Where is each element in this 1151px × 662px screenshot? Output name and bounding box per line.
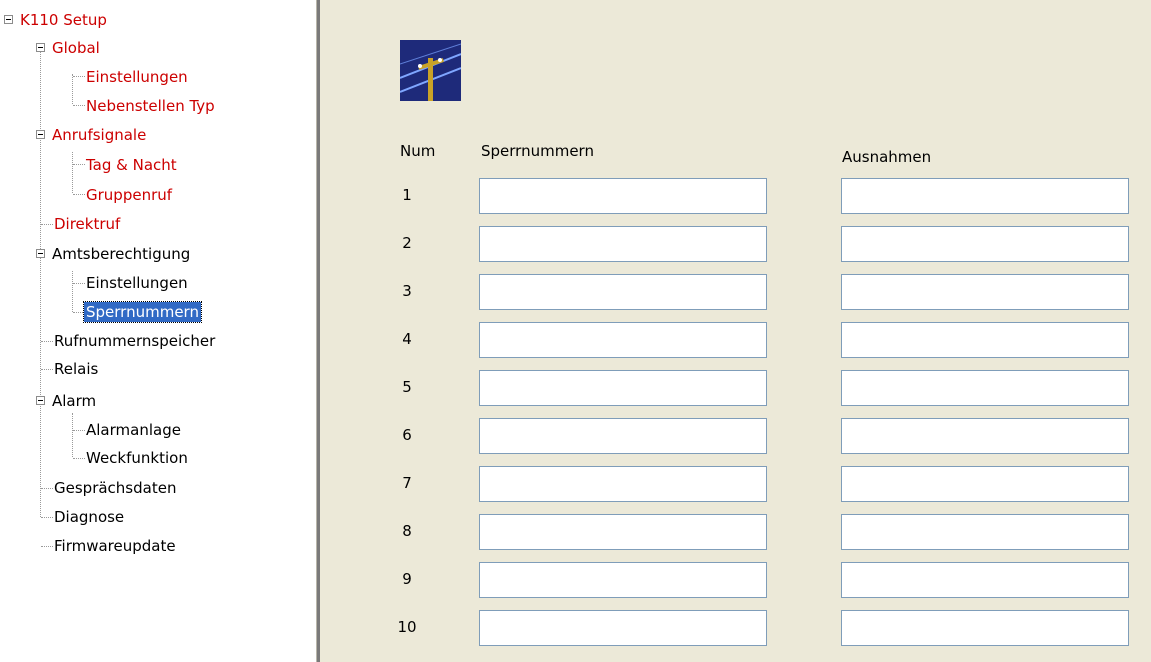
collapse-icon[interactable]	[36, 396, 45, 405]
tree-item-label: Sperrnummern	[83, 301, 202, 323]
sperrnummer-field[interactable]	[479, 418, 767, 454]
tree-item-alarmanlage[interactable]: Alarmanlage	[84, 415, 183, 445]
tree-item-weckfunktion[interactable]: Weckfunktion	[84, 443, 190, 473]
tree-item-label: Weckfunktion	[86, 449, 188, 467]
row-number: 3	[402, 282, 412, 300]
sperrnummer-field[interactable]	[479, 322, 767, 358]
ausnahme-field[interactable]	[841, 370, 1129, 406]
collapse-icon[interactable]	[36, 43, 45, 52]
tree-line	[72, 74, 73, 104]
tree-item-amtsberechtigung[interactable]: Amtsberechtigung	[50, 239, 192, 269]
tree-line	[72, 413, 73, 457]
tree-item-rufnummernspeicher[interactable]: Rufnummernspeicher	[52, 326, 217, 356]
ausnahme-field[interactable]	[841, 514, 1129, 550]
tree-item-label: Tag & Nacht	[86, 156, 177, 174]
tree-item-label: Diagnose	[54, 508, 125, 526]
row-number: 9	[402, 570, 412, 588]
row-number: 6	[402, 426, 412, 444]
sperrnummer-field[interactable]	[479, 274, 767, 310]
row-number: 5	[402, 378, 412, 396]
column-header-sperrnummern: Sperrnummern	[481, 142, 594, 160]
tree-item-label: Gruppenruf	[86, 186, 173, 204]
tree-item-alarm[interactable]: Alarm	[50, 386, 98, 416]
ausnahme-field[interactable]	[841, 562, 1129, 598]
tree-item-gruppenruf[interactable]: Gruppenruf	[84, 180, 174, 210]
tree-line	[72, 152, 73, 193]
tree-item-direktruf[interactable]: Direktruf	[52, 209, 122, 239]
collapse-icon[interactable]	[36, 249, 45, 258]
tree-item-label: Nebenstellen Typ	[86, 97, 215, 115]
sperrnummer-field[interactable]	[479, 226, 767, 262]
tree-item-label: Alarm	[52, 392, 97, 410]
tree-item-gespraechsdaten[interactable]: Gesprächsdaten	[52, 473, 178, 503]
ausnahme-field[interactable]	[841, 322, 1129, 358]
tree-item-diagnose[interactable]: Diagnose	[52, 502, 126, 532]
tree-item-label: Firmwareupdate	[54, 537, 176, 555]
column-header-num: Num	[400, 142, 436, 160]
collapse-icon[interactable]	[4, 15, 13, 24]
sperrnummer-field[interactable]	[479, 466, 767, 502]
ausnahme-field[interactable]	[841, 178, 1129, 214]
tree-item-label: Anrufsignale	[52, 126, 147, 144]
tree-item-tag-nacht[interactable]: Tag & Nacht	[84, 150, 179, 180]
tree-item-global[interactable]: Global	[50, 33, 102, 63]
ausnahme-field[interactable]	[841, 610, 1129, 646]
tree-line	[40, 52, 41, 517]
row-number: 8	[402, 522, 412, 540]
row-number: 10	[397, 618, 417, 636]
row-number: 2	[402, 234, 412, 252]
tree-item-label: Amtsberechtigung	[52, 245, 191, 263]
column-header-ausnahmen: Ausnahmen	[842, 148, 932, 166]
ausnahme-field[interactable]	[841, 418, 1129, 454]
row-number: 7	[402, 474, 412, 492]
tree-item-label: Rufnummernspeicher	[54, 332, 216, 350]
sperrnummer-field[interactable]	[479, 610, 767, 646]
tree-item-label: K110 Setup	[20, 11, 107, 29]
tree-item-anrufsignale[interactable]: Anrufsignale	[50, 120, 148, 150]
tree-item-k110-setup[interactable]: K110 Setup	[18, 5, 109, 35]
sperrnummer-field[interactable]	[479, 514, 767, 550]
ausnahme-field[interactable]	[841, 226, 1129, 262]
tree-item-nebenstellen-typ[interactable]: Nebenstellen Typ	[84, 91, 217, 121]
tree-item-label: Alarmanlage	[86, 421, 181, 439]
tree-item-label: Einstellungen	[86, 274, 188, 292]
tree-item-firmwareupdate[interactable]: Firmwareupdate	[52, 531, 178, 561]
row-number: 4	[402, 330, 412, 348]
ausnahme-field[interactable]	[841, 466, 1129, 502]
tree-item-label: Gesprächsdaten	[54, 479, 177, 497]
navigation-tree[interactable]: K110 Setup Global Einstellungen Nebenste…	[0, 0, 316, 662]
tree-item-global-einstellungen[interactable]: Einstellungen	[84, 62, 190, 92]
sperrnummern-panel: Num Sperrnummern Ausnahmen 1 2 3 4 5 6 7 8 9 10	[320, 0, 1151, 662]
tree-item-label: Relais	[54, 360, 99, 378]
tree-item-label: Global	[52, 39, 100, 57]
tree-line	[72, 271, 73, 312]
tree-item-sperrnummern[interactable]: Sperrnummern	[83, 297, 202, 327]
sperrnummer-field[interactable]	[479, 178, 767, 214]
sperrnummer-field[interactable]	[479, 370, 767, 406]
ausnahme-field[interactable]	[841, 274, 1129, 310]
tree-item-label: Direktruf	[54, 215, 121, 233]
tree-item-amts-einstellungen[interactable]: Einstellungen	[84, 268, 190, 298]
sperrnummer-field[interactable]	[479, 562, 767, 598]
tree-item-label: Einstellungen	[86, 68, 188, 86]
row-number: 1	[402, 186, 412, 204]
collapse-icon[interactable]	[36, 130, 45, 139]
tree-item-relais[interactable]: Relais	[52, 354, 100, 384]
telephone-pole-icon	[399, 40, 462, 101]
